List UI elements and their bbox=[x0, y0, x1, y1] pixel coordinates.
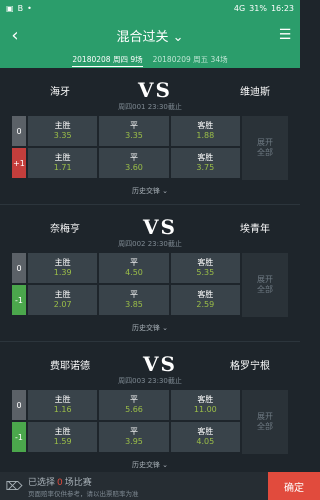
odds-draw[interactable]: 平 3.35 bbox=[99, 116, 169, 146]
match-card: 费耶诺德 VS 格罗宁根 周四003 23:30截止 0 主胜 1.16 平 5.6… bbox=[0, 342, 300, 472]
history-toggle[interactable]: 历史交锋 ⌄ bbox=[0, 180, 300, 205]
menu-icon[interactable]: ☰ bbox=[270, 27, 300, 43]
chevron-down-icon: ⌄ bbox=[172, 29, 184, 45]
date-tab-active[interactable]: 20180208 周四 9场 bbox=[72, 54, 143, 67]
page-title: 混合过关 ⌄ bbox=[0, 26, 300, 45]
away-team: 埃青年 bbox=[240, 223, 270, 235]
handicap-badge: -1 bbox=[12, 285, 26, 315]
signal-indicator: 4G bbox=[233, 3, 246, 13]
odds-home-win[interactable]: 主胜 1.39 bbox=[28, 253, 98, 283]
away-team: 维迪斯 bbox=[240, 86, 270, 98]
expand-all-button[interactable]: 展开 全部 bbox=[242, 253, 288, 317]
odds-home-win[interactable]: 主胜 1.16 bbox=[28, 390, 98, 420]
handicap-badge: 0 bbox=[12, 116, 26, 146]
away-team: 格罗宁根 bbox=[230, 360, 270, 372]
odds-home-win[interactable]: 主胜 3.35 bbox=[28, 116, 98, 146]
match-meta: 周四001 23:30截止 bbox=[118, 103, 182, 111]
odds-disclaimer: 页面赔率仅供参考，请以出票赔率为准 bbox=[28, 489, 139, 498]
handicap-badge: -1 bbox=[12, 422, 26, 452]
match-meta: 周四003 23:30截止 bbox=[118, 377, 182, 385]
back-icon[interactable]: ‹ bbox=[0, 25, 30, 46]
confirm-button[interactable]: 确定 bbox=[268, 472, 320, 500]
play-type-selector[interactable]: 混合过关 ⌄ bbox=[116, 30, 183, 45]
odds-away-win[interactable]: 客胜 2.59 bbox=[170, 285, 240, 315]
notification-icon: ▣ bbox=[6, 3, 14, 13]
odds-draw[interactable]: 平 3.60 bbox=[99, 148, 169, 178]
date-tab-next[interactable]: 20180209 周五 34场 bbox=[153, 54, 228, 65]
odds-row-standard: 0 主胜 3.35 平 3.35 客胜 1.88 bbox=[12, 116, 240, 146]
match-meta: 周四002 23:30截止 bbox=[118, 240, 182, 248]
odds-draw[interactable]: 平 3.95 bbox=[99, 422, 169, 452]
selection-info: 已选择 0 场比赛 页面赔率仅供参考，请以出票赔率为准 bbox=[28, 475, 268, 498]
status-left-icons: ▣ B • bbox=[6, 4, 32, 13]
odds-away-win[interactable]: 客胜 1.88 bbox=[170, 116, 240, 146]
handicap-badge: +1 bbox=[12, 148, 26, 178]
title-bar: ‹ 混合过关 ⌄ ☰ bbox=[0, 16, 300, 54]
odds-home-win[interactable]: 主胜 1.71 bbox=[28, 148, 98, 178]
odds-row-standard: 0 主胜 1.16 平 5.66 客胜 11.00 bbox=[12, 390, 240, 420]
match-card: 海牙 VS 维迪斯 周四001 23:30截止 0 主胜 3.35 平 3.35 客… bbox=[0, 68, 300, 205]
match-card: 奈梅亨 VS 埃青年 周四002 23:30截止 0 主胜 1.39 平 4.50 … bbox=[0, 205, 300, 342]
history-toggle[interactable]: 历史交锋 ⌄ bbox=[0, 317, 300, 342]
date-tabs: 20180208 周四 9场 20180209 周五 34场 bbox=[0, 54, 300, 68]
history-toggle[interactable]: 历史交锋 ⌄ bbox=[0, 454, 300, 472]
expand-all-button[interactable]: 展开 全部 bbox=[242, 116, 288, 180]
odds-draw[interactable]: 平 5.66 bbox=[99, 390, 169, 420]
home-team: 奈梅亨 bbox=[50, 223, 80, 235]
selection-count: 0 bbox=[57, 477, 63, 488]
odds-away-win[interactable]: 客胜 3.75 bbox=[170, 148, 240, 178]
odds-row-handicap: -1 主胜 1.59 平 3.95 客胜 4.05 bbox=[12, 422, 240, 452]
odds-home-win[interactable]: 主胜 2.07 bbox=[28, 285, 98, 315]
trash-icon[interactable]: ⌦ bbox=[0, 479, 28, 493]
battery-indicator: 31% bbox=[249, 3, 267, 13]
home-team: 费耶诺德 bbox=[50, 360, 90, 372]
odds-away-win[interactable]: 客胜 4.05 bbox=[170, 422, 240, 452]
handicap-badge: 0 bbox=[12, 253, 26, 283]
status-bar: ▣ B • 4G 31% 16:23 bbox=[0, 0, 300, 16]
dot-icon: • bbox=[27, 3, 32, 13]
odds-away-win[interactable]: 客胜 11.00 bbox=[170, 390, 240, 420]
vs-label: VS bbox=[138, 78, 172, 102]
expand-all-button[interactable]: 展开 全部 bbox=[242, 390, 288, 454]
clock: 16:23 bbox=[270, 3, 294, 13]
odds-block: 0 主胜 1.39 平 4.50 客胜 5.35 -1 主胜 2.07 平 3.85 客胜… bbox=[12, 253, 288, 317]
odds-block: 0 主胜 1.16 平 5.66 客胜 11.00 -1 主胜 1.59 平 3.95 客… bbox=[12, 390, 288, 454]
odds-draw[interactable]: 平 3.85 bbox=[99, 285, 169, 315]
odds-row-handicap: +1 主胜 1.71 平 3.60 客胜 3.75 bbox=[12, 148, 240, 178]
handicap-badge: 0 bbox=[12, 390, 26, 420]
vs-label: VS bbox=[143, 352, 177, 376]
bet-footer: ⌦ 已选择 0 场比赛 页面赔率仅供参考，请以出票赔率为准 确定 bbox=[0, 472, 320, 500]
odds-draw[interactable]: 平 4.50 bbox=[99, 253, 169, 283]
selection-summary: 已选择 0 场比赛 bbox=[28, 477, 92, 488]
odds-row-handicap: -1 主胜 2.07 平 3.85 客胜 2.59 bbox=[12, 285, 240, 315]
vs-label: VS bbox=[143, 215, 177, 239]
odds-row-standard: 0 主胜 1.39 平 4.50 客胜 5.35 bbox=[12, 253, 240, 283]
app-b-icon: B bbox=[17, 3, 24, 13]
odds-away-win[interactable]: 客胜 5.35 bbox=[170, 253, 240, 283]
odds-block: 0 主胜 3.35 平 3.35 客胜 1.88 +1 主胜 1.71 平 3.60 客胜… bbox=[12, 116, 288, 180]
page-title-text: 混合过关 bbox=[116, 29, 169, 45]
match-list[interactable]: 海牙 VS 维迪斯 周四001 23:30截止 0 主胜 3.35 平 3.35 客… bbox=[0, 68, 300, 472]
home-team: 海牙 bbox=[50, 86, 70, 98]
odds-home-win[interactable]: 主胜 1.59 bbox=[28, 422, 98, 452]
